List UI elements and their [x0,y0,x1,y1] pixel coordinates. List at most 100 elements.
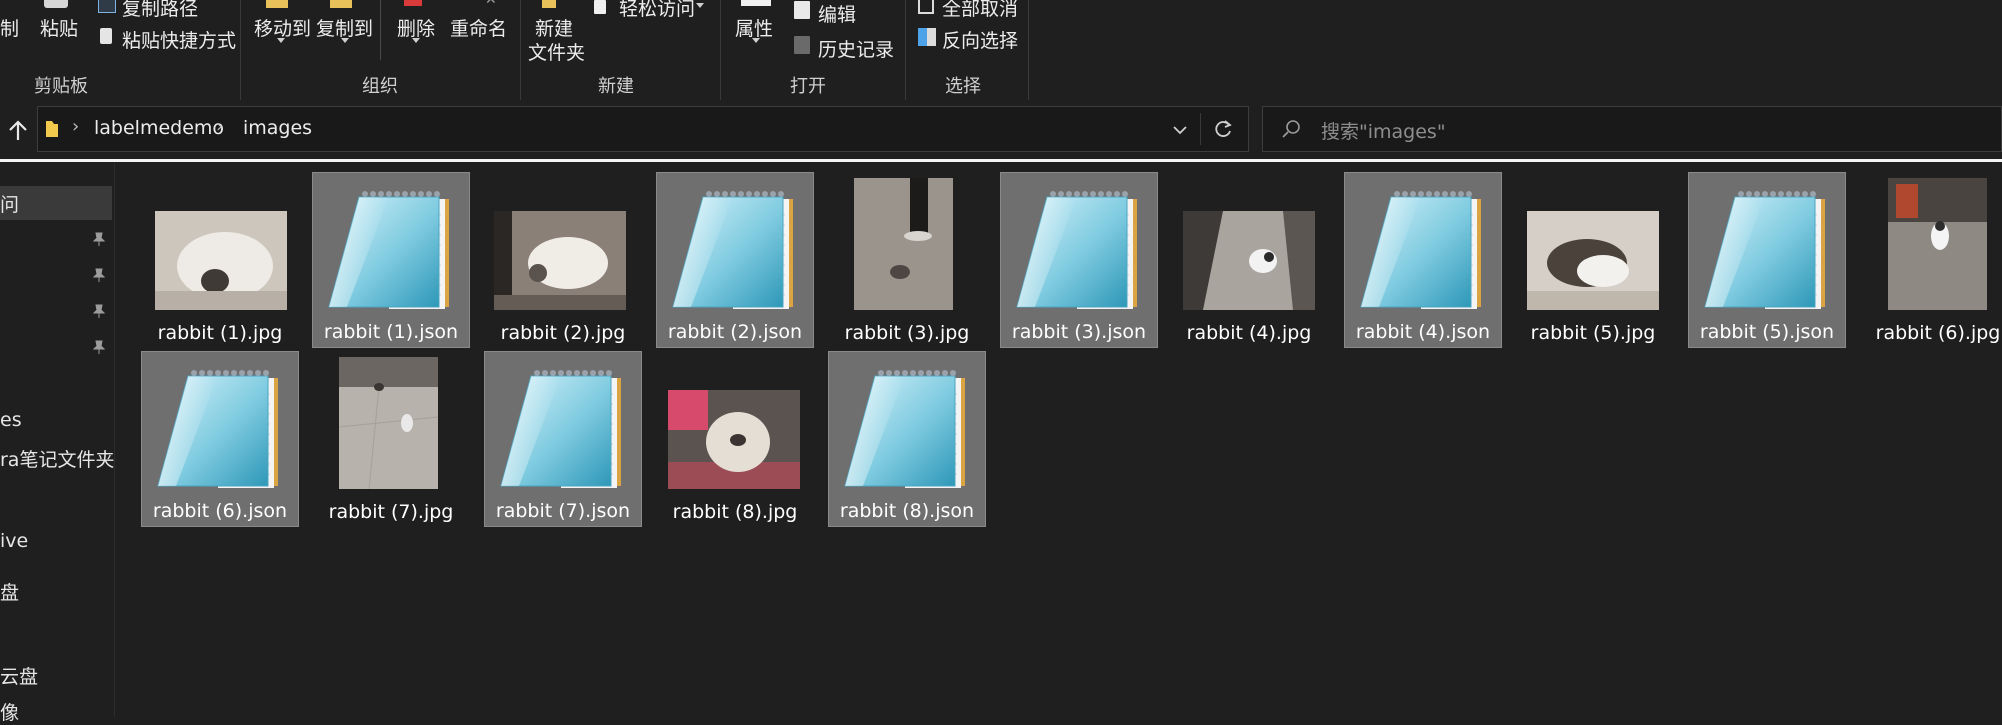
rename-icon: ✕ [485,0,497,8]
pin-icon [93,340,105,354]
properties-icon [741,0,771,6]
image-thumbnail [155,211,287,310]
breadcrumb-separator-icon: › [72,116,80,137]
file-item[interactable]: rabbit (8).jpg [656,351,814,527]
file-item[interactable]: rabbit (3).jpg [828,172,986,348]
image-thumbnail [854,178,953,310]
image-thumbnail [668,390,800,489]
properties-chevron-icon [752,38,760,43]
file-name: rabbit (1).jpg [157,322,283,344]
file-name: rabbit (3).jpg [844,322,970,344]
file-item[interactable]: rabbit (5).jpg [1514,172,1672,348]
history-button[interactable]: 历史记录 [818,35,894,62]
image-thumbnail [494,211,626,310]
file-name: rabbit (2).jpg [500,322,626,344]
file-item[interactable]: rabbit (7).json [484,351,642,527]
invert-selection-icon [918,28,936,46]
file-item[interactable]: rabbit (2).json [656,172,814,348]
easy-access-icon [594,0,606,14]
file-name: rabbit (5).jpg [1530,322,1656,344]
sidebar-item-libraries[interactable]: es [0,409,22,431]
file-name: rabbit (3).json [1011,321,1147,343]
sidebar-item-quick-access-label: 问 [0,194,20,216]
delete-button[interactable]: 删除 [397,14,435,41]
file-item[interactable]: rabbit (7).jpg [312,351,470,527]
copy-to-icon [330,0,352,8]
file-item[interactable]: rabbit (8).json [828,351,986,527]
notepad-icon [319,185,459,313]
move-to-button[interactable]: 移动到 [254,14,311,41]
ribbon: 制 粘贴 复制路径 粘贴快捷方式 剪贴板 移动到 复制到 删除 ✕ 重命名 组织… [0,0,2002,102]
search-icon [1282,120,1300,138]
file-item[interactable]: rabbit (5).json [1688,172,1846,348]
file-list: rabbit (1).jpg rabbit (1).json rabbit (2… [114,162,2002,717]
invert-selection-button[interactable]: 反向选择 [942,26,1018,53]
up-arrow-icon[interactable] [8,120,28,142]
image-thumbnail [1888,178,1987,310]
breadcrumb-separator-icon: › [216,116,224,137]
file-name: rabbit (4).jpg [1186,322,1312,344]
history-dropdown-chevron-icon[interactable] [1172,125,1188,135]
copy-to-chevron-icon [341,38,349,43]
rename-button[interactable]: 重命名 [450,14,507,41]
sidebar-item-notes-folder[interactable]: ra笔记文件夹 [0,445,114,472]
pin-icon [93,304,105,318]
new-group-label: 新建 [598,76,634,97]
file-name: rabbit (6).jpg [1875,322,2001,344]
refresh-icon[interactable] [1212,118,1234,140]
edit-button[interactable]: 编辑 [818,0,856,27]
image-thumbnail [339,357,438,489]
address-bar[interactable]: › labelmedemo › images [37,106,1249,152]
organize-group-label: 组织 [362,76,398,97]
new-folder-button[interactable]: 新建 [535,14,573,41]
image-thumbnail [1527,211,1659,310]
sidebar-item-cloud-drive[interactable]: 云盘 [0,662,38,689]
breadcrumb-labelmedemo[interactable]: labelmedemo [94,117,224,139]
copy-path-icon [98,0,116,13]
sidebar-item-objects[interactable]: 像 [0,698,19,725]
move-to-icon [266,0,288,8]
file-name: rabbit (4).json [1355,321,1491,343]
paste-shortcut-button[interactable]: 粘贴快捷方式 [122,26,236,53]
select-none-icon [918,0,934,14]
file-item[interactable]: rabbit (1).json [312,172,470,348]
easy-access-button[interactable]: 轻松访问 [619,0,695,21]
paste-shortcut-icon [100,28,112,44]
easy-access-chevron-icon [696,3,704,8]
properties-button[interactable]: 属性 [735,14,773,41]
copy-path-button[interactable]: 复制路径 [122,0,198,21]
file-item[interactable]: rabbit (2).jpg [484,172,642,348]
history-icon [794,36,810,54]
select-group-label: 选择 [945,76,981,97]
edit-icon [794,1,810,19]
open-group-label: 打开 [790,76,826,97]
notepad-icon [148,364,288,492]
delete-icon [404,0,422,6]
copy-to-button[interactable]: 复制到 [316,14,373,41]
file-item[interactable]: rabbit (3).json [1000,172,1158,348]
file-item[interactable]: rabbit (4).json [1344,172,1502,348]
file-name: rabbit (2).json [667,321,803,343]
select-none-button[interactable]: 全部取消 [942,0,1018,21]
pin-icon [93,268,105,282]
file-item[interactable]: rabbit (6).json [141,351,299,527]
file-item[interactable]: rabbit (4).jpg [1170,172,1328,348]
new-folder-icon [542,0,556,8]
file-item[interactable]: rabbit (1).jpg [141,172,299,348]
file-name: rabbit (7).json [495,500,631,522]
search-box[interactable]: 搜索"images" [1262,106,2002,152]
file-item[interactable]: rabbit (6).jpg [1859,172,2002,348]
notepad-icon [835,364,975,492]
breadcrumb-images[interactable]: images [243,117,312,139]
copy-button[interactable]: 制 [0,14,19,41]
image-thumbnail [1183,211,1315,310]
notepad-icon [1695,185,1835,313]
notepad-icon [1351,185,1491,313]
paste-button[interactable]: 粘贴 [40,14,78,41]
sidebar-item-onedrive[interactable]: ive [0,530,28,552]
file-name: rabbit (6).json [152,500,288,522]
sidebar-item-drive[interactable]: 盘 [0,578,19,605]
search-input[interactable]: 搜索"images" [1321,117,1446,144]
pin-icon [93,232,105,246]
file-name: rabbit (7).jpg [328,501,454,523]
